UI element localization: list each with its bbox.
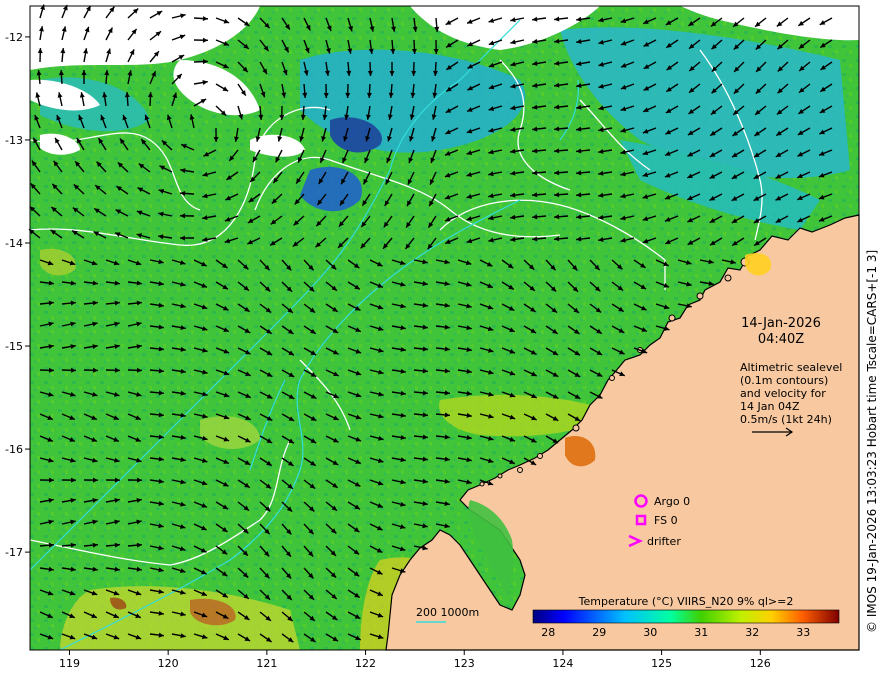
lon-tick-label: 120 bbox=[158, 657, 179, 670]
credit-label: © IMOS 19-Jan-2026 13:03:23 Hobart time … bbox=[865, 250, 879, 633]
time-label: 04:40Z bbox=[758, 332, 804, 347]
fs-label: FS 0 bbox=[654, 514, 678, 527]
colorbar-tick-label: 29 bbox=[592, 626, 606, 639]
argo-label: Argo 0 bbox=[654, 495, 690, 508]
colorbar-tick-label: 33 bbox=[796, 626, 810, 639]
annotation-line-1: Altimetric sealevel bbox=[740, 361, 842, 374]
annotation-line-4: 14 Jan 04Z bbox=[740, 400, 800, 413]
lon-tick-label: 125 bbox=[651, 657, 672, 670]
lat-tick-label: -13 bbox=[5, 134, 23, 147]
drifter-label: drifter bbox=[647, 535, 681, 548]
lon-tick-label: 126 bbox=[750, 657, 771, 670]
annotation-line-3: and velocity for bbox=[740, 387, 826, 400]
colorbar-tick-label: 32 bbox=[745, 626, 759, 639]
colorbar-tick-label: 31 bbox=[694, 626, 708, 639]
annotation-line-2: (0.1m contours) bbox=[740, 374, 828, 387]
colorbar-tick-label: 28 bbox=[541, 626, 555, 639]
lat-tick-label: -15 bbox=[5, 340, 23, 353]
longitude-axis: 119 120 121 122 123 124 125 126 bbox=[59, 650, 771, 670]
lat-tick-label: -12 bbox=[5, 31, 23, 44]
plot-area bbox=[28, 4, 860, 651]
sst-map: 119 120 121 122 123 124 125 126 -12 -13 -14 -15 -16… bbox=[5, 4, 879, 670]
latitude-axis: -12 -13 -14 -15 -16 -17 bbox=[5, 31, 30, 559]
lon-tick-label: 121 bbox=[256, 657, 277, 670]
lon-tick-label: 122 bbox=[355, 657, 376, 670]
lat-tick-label: -16 bbox=[5, 443, 23, 456]
lat-tick-label: -17 bbox=[5, 546, 23, 559]
date-label: 14-Jan-2026 bbox=[741, 316, 821, 331]
colorbar-tick-label: 30 bbox=[643, 626, 657, 639]
lon-tick-label: 124 bbox=[552, 657, 573, 670]
lat-tick-label: -14 bbox=[5, 237, 23, 250]
colorbar-gradient bbox=[532, 609, 840, 624]
annotation-line-5: 0.5m/s (1kt 24h) bbox=[740, 413, 832, 426]
colorbar-title: Temperature (°C) VIIRS_N20 9% ql>=2 bbox=[578, 595, 794, 608]
lon-tick-label: 123 bbox=[454, 657, 475, 670]
lon-tick-label: 119 bbox=[59, 657, 80, 670]
bathymetry-label: 200 1000m bbox=[416, 606, 479, 619]
